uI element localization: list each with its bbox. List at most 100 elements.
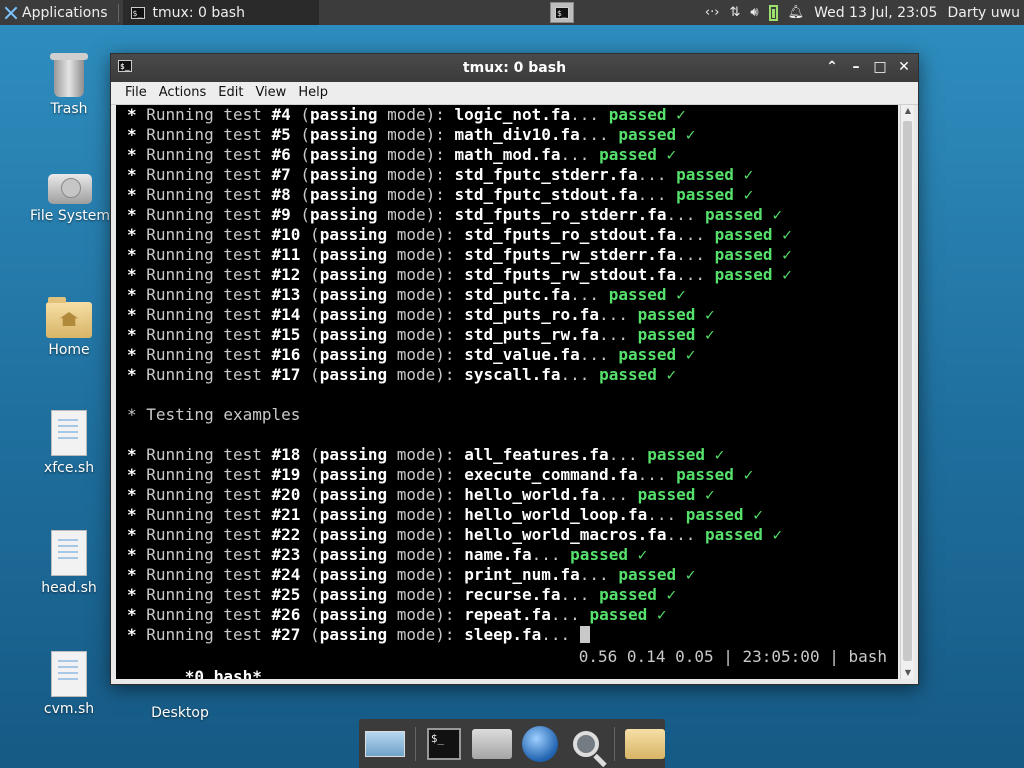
- scrollbar-thumb[interactable]: [903, 121, 912, 661]
- running-test-line: * Running test #27 (passing mode): sleep…: [116, 625, 898, 645]
- test-result-line: * Running test #24 (passing mode): print…: [127, 565, 696, 584]
- passed-status: passed: [637, 305, 696, 324]
- check-icon: ✓: [782, 225, 792, 244]
- test-result-line: * Running test #18 (passing mode): all_f…: [127, 445, 725, 464]
- desktop-icon-trash[interactable]: Trash: [19, 53, 119, 117]
- desktop-icon-file-system[interactable]: File System: [20, 174, 120, 224]
- network-icon[interactable]: ‹·›: [705, 5, 720, 20]
- dock-show-desktop[interactable]: [365, 723, 405, 765]
- test-result-line: * Running test #20 (passing mode): hello…: [127, 485, 715, 504]
- minimize-button[interactable]: –: [848, 58, 864, 76]
- dock-separator: [614, 726, 615, 761]
- hard-drive-icon: [48, 174, 92, 204]
- test-result-line: * Running test #26 (passing mode): repea…: [127, 605, 667, 624]
- passed-status: passed: [676, 185, 734, 204]
- check-icon: ✓: [685, 565, 696, 584]
- check-icon: ✓: [772, 525, 783, 544]
- updown-arrows-icon[interactable]: ⇅: [729, 5, 740, 20]
- battery-icon[interactable]: [768, 4, 778, 21]
- menu-view[interactable]: View: [249, 82, 292, 104]
- shade-button[interactable]: ⌃: [824, 58, 840, 76]
- maximize-button[interactable]: □: [872, 58, 888, 76]
- check-icon: ✓: [753, 505, 763, 524]
- passed-status: passed: [618, 345, 677, 364]
- passed-status: passed: [599, 365, 657, 384]
- dock-separator: [415, 726, 416, 761]
- menu-edit[interactable]: Edit: [212, 82, 249, 104]
- vertical-scrollbar[interactable]: ▲ ▼: [900, 105, 914, 679]
- volume-icon[interactable]: 🔊︎: [750, 5, 758, 20]
- menu-file[interactable]: File: [119, 82, 153, 104]
- dock-home-folder[interactable]: [471, 723, 512, 765]
- tmux-window-name[interactable]: *0 bash*: [185, 667, 262, 679]
- test-result-line: * Running test #17 (passing mode): sysca…: [127, 365, 677, 384]
- top-panel: Applications $_ tmux: 0 bash $_ ‹·› ⇅ 🔊︎…: [0, 0, 1024, 25]
- notification-bell-icon[interactable]: 🔔︎: [788, 5, 805, 20]
- check-icon: ✓: [705, 485, 715, 504]
- window-titlebar[interactable]: $_ tmux: 0 bash ⌃ – □ ✕: [111, 54, 918, 82]
- test-result-line: * Running test #21 (passing mode): hello…: [127, 505, 763, 524]
- window-controls: ⌃ – □ ✕: [824, 58, 912, 76]
- test-result-line: * Running test #6 (passing mode): math_m…: [127, 145, 677, 164]
- check-icon: ✓: [685, 345, 696, 364]
- passed-status: passed: [676, 465, 734, 484]
- test-result-line: * Running test #9 (passing mode): std_fp…: [127, 205, 783, 224]
- system-tray: ‹·› ⇅ 🔊︎ 🔔︎ Wed 13 Jul, 23:05 Darty uwu: [705, 0, 1024, 25]
- desktop-icon-label: Home: [48, 342, 90, 358]
- desktop-icon-cvm-sh[interactable]: cvm.sh: [19, 651, 119, 717]
- passed-status: passed: [647, 445, 706, 464]
- passed-status: passed: [637, 325, 696, 344]
- check-icon: ✓: [743, 465, 754, 484]
- menu-actions[interactable]: Actions: [153, 82, 213, 104]
- dock: $_: [359, 719, 665, 768]
- check-icon: ✓: [666, 145, 677, 164]
- test-result-line: * Running test #25 (passing mode): recur…: [127, 585, 677, 604]
- passed-status: passed: [599, 145, 657, 164]
- window-title: tmux: 0 bash: [462, 60, 567, 76]
- desktop-icon-head-sh[interactable]: head.sh: [19, 530, 119, 596]
- check-icon: ✓: [782, 245, 792, 264]
- scroll-up-arrow-icon[interactable]: ▲: [901, 105, 915, 117]
- test-result-line: * Running test #16 (passing mode): std_v…: [127, 345, 696, 364]
- passed-status: passed: [608, 105, 667, 124]
- passed-status: passed: [570, 545, 628, 564]
- test-result-line: * Running test #23 (passing mode): name.…: [127, 545, 648, 564]
- passed-status: passed: [637, 485, 696, 504]
- passed-status: passed: [714, 265, 773, 284]
- test-result-line: * Running test #8 (passing mode): std_fp…: [127, 185, 754, 204]
- dock-web-browser[interactable]: [521, 723, 558, 765]
- dock-folder[interactable]: [624, 723, 665, 765]
- trash-icon: [50, 53, 88, 97]
- passed-status: passed: [589, 605, 648, 624]
- home-icon: [471, 728, 512, 759]
- check-icon: ✓: [676, 285, 686, 304]
- desktop-icon-label: File System: [29, 208, 111, 224]
- terminal-icon: $_: [130, 6, 145, 19]
- terminal-icon: $_: [555, 6, 569, 19]
- dock-terminal[interactable]: $_: [426, 723, 462, 765]
- test-result-line: * Running test #10 (passing mode): std_f…: [127, 225, 792, 244]
- clock[interactable]: Wed 13 Jul, 23:05: [814, 5, 937, 21]
- test-list-group-2: * Running test #18 (passing mode): all_f…: [116, 445, 898, 625]
- applications-menu[interactable]: Applications: [0, 0, 114, 25]
- dock-app-finder[interactable]: [568, 723, 604, 765]
- scroll-down-arrow-icon[interactable]: ▼: [901, 667, 915, 679]
- terminal-output[interactable]: * Running test #4 (passing mode): logic_…: [116, 105, 898, 679]
- taskbar-button-tmux[interactable]: $_ tmux: 0 bash: [122, 0, 319, 25]
- script-file-icon: [51, 530, 87, 576]
- test-result-line: * Running test #15 (passing mode): std_p…: [127, 325, 715, 344]
- check-icon: ✓: [685, 125, 696, 144]
- desktop-icon-desktop[interactable]: Desktop: [130, 690, 230, 721]
- desktop-icon-home[interactable]: Home: [19, 297, 119, 358]
- user-name[interactable]: Darty uwu: [947, 5, 1020, 21]
- passed-status: passed: [599, 585, 657, 604]
- desktop-icon-xfce-sh[interactable]: xfce.sh: [19, 410, 119, 476]
- workspace-switcher[interactable]: $_: [550, 2, 574, 23]
- terminal-icon: $_: [426, 727, 461, 760]
- menu-help[interactable]: Help: [292, 82, 334, 104]
- desktop-icon-label: Trash: [50, 101, 88, 117]
- show-desktop-icon: [365, 730, 405, 757]
- close-button[interactable]: ✕: [896, 58, 912, 76]
